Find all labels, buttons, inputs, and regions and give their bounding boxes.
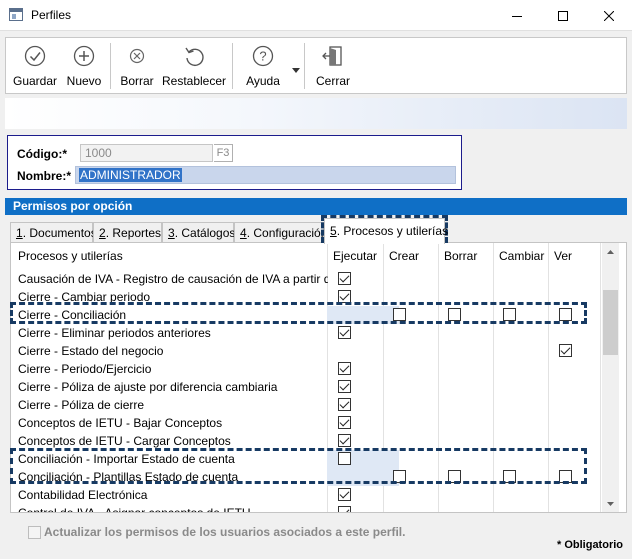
row-process-name: Cierre - Estado del negocio — [18, 344, 164, 358]
table-row[interactable]: Control de IVA - Asignar conceptos de IE… — [11, 504, 599, 513]
row-process-name: Cierre - Póliza de ajuste por diferencia… — [18, 380, 278, 394]
ayuda-button[interactable]: ? Ayuda — [243, 42, 283, 90]
maximize-button[interactable] — [540, 0, 586, 31]
row-process-name: Contabilidad Electrónica — [18, 488, 148, 502]
table-row[interactable]: Cierre - Póliza de ajuste por diferencia… — [11, 378, 599, 396]
tab-documentos[interactable]: 1. Documentos — [10, 222, 97, 242]
table-row[interactable]: Causación de IVA - Registro de causación… — [11, 270, 599, 288]
grid-scrollbar[interactable] — [602, 243, 619, 512]
chevron-down-icon — [292, 68, 300, 73]
column-header-borrar[interactable]: Borrar — [444, 243, 477, 269]
column-header-crear[interactable]: Crear — [389, 243, 419, 269]
highlight-rows-conciliacion — [10, 448, 587, 484]
ayuda-label: Ayuda — [246, 74, 280, 88]
codigo-label: Código:* — [17, 147, 67, 161]
chevron-down-icon — [607, 501, 614, 506]
cerrar-button[interactable]: Cerrar — [313, 42, 353, 90]
tab-configuracion[interactable]: 4. Configuración — [234, 222, 327, 242]
column-header-ejecutar[interactable]: Ejecutar — [333, 243, 377, 269]
app-window-icon — [9, 8, 23, 21]
new-plus-icon — [73, 45, 95, 67]
restablecer-button[interactable]: Restablecer — [162, 42, 226, 90]
tab-procesos-utilerias[interactable]: 5. Procesos y utilerías — [324, 218, 448, 244]
ejecutar-checkbox[interactable] — [338, 326, 351, 339]
guardar-label: Guardar — [12, 74, 58, 88]
row-process-name: Control de IVA - Asignar conceptos de IE… — [18, 506, 251, 513]
ejecutar-checkbox[interactable] — [338, 488, 351, 501]
nombre-input[interactable]: ADMINISTRADOR — [75, 166, 456, 184]
guardar-button[interactable]: Guardar — [12, 42, 58, 90]
scroll-thumb[interactable] — [603, 290, 618, 355]
row-process-name: Conceptos de IETU - Bajar Conceptos — [18, 416, 223, 430]
update-users-checkbox[interactable] — [28, 526, 41, 539]
borrar-button[interactable]: Borrar — [117, 42, 157, 90]
svg-text:?: ? — [259, 49, 266, 64]
ejecutar-checkbox[interactable] — [338, 506, 351, 512]
close-window-button[interactable] — [586, 0, 632, 31]
nombre-label: Nombre:* — [17, 169, 72, 183]
help-question-icon: ? — [252, 45, 274, 67]
table-row[interactable]: Cierre - Póliza de cierre — [11, 396, 599, 414]
restablecer-label: Restablecer — [161, 74, 227, 88]
ayuda-dropdown-arrow[interactable] — [292, 62, 300, 76]
row-process-name: Cierre - Póliza de cierre — [18, 398, 145, 412]
codigo-f3-hint[interactable]: F3 — [214, 144, 233, 162]
highlight-row-cierre-conciliacion — [10, 302, 587, 324]
ejecutar-checkbox[interactable] — [338, 398, 351, 411]
ejecutar-checkbox[interactable] — [338, 380, 351, 393]
required-note: * Obligatorio — [557, 539, 623, 551]
reset-undo-icon — [185, 47, 204, 67]
minimize-button[interactable] — [494, 0, 540, 31]
toolbar: Guardar Nuevo Borrar Restablecer ? Ayuda… — [5, 37, 627, 94]
row-process-name: Cierre - Eliminar periodos anteriores — [18, 326, 211, 340]
minimize-icon — [512, 15, 522, 17]
column-header-proceso[interactable]: Procesos y utilerías — [18, 243, 123, 269]
ejecutar-checkbox[interactable] — [338, 434, 351, 447]
borrar-label: Borrar — [120, 74, 154, 88]
title-bar: Perfiles — [0, 0, 632, 31]
window-title: Perfiles — [31, 8, 72, 22]
tab-reportes[interactable]: 2. Reportes — [93, 222, 162, 242]
nombre-value: ADMINISTRADOR — [79, 168, 182, 182]
codigo-input[interactable]: 1000 — [80, 144, 213, 162]
table-row[interactable]: Conceptos de IETU - Bajar Conceptos — [11, 414, 599, 432]
close-icon — [604, 10, 614, 21]
scroll-down-arrow[interactable] — [602, 495, 619, 512]
ejecutar-checkbox[interactable] — [338, 362, 351, 375]
ejecutar-checkbox[interactable] — [338, 272, 351, 285]
tab-catalogos[interactable]: 3. Catálogos — [162, 222, 235, 242]
column-header-ver[interactable]: Ver — [554, 243, 572, 269]
column-header-cambiar[interactable]: Cambiar — [499, 243, 544, 269]
table-row[interactable]: Cierre - Eliminar periodos anteriores — [11, 324, 599, 342]
cerrar-label: Cerrar — [315, 74, 350, 88]
ver-checkbox[interactable] — [559, 344, 572, 357]
nuevo-button[interactable]: Nuevo — [63, 42, 105, 90]
chevron-up-icon — [607, 249, 614, 254]
section-title: Permisos por opción — [5, 198, 627, 215]
ejecutar-checkbox[interactable] — [338, 416, 351, 429]
save-check-icon — [24, 45, 46, 67]
table-row[interactable]: Cierre - Periodo/Ejercicio — [11, 360, 599, 378]
permission-tabs: 1. Documentos 2. Reportes 3. Catálogos 4… — [5, 215, 627, 244]
nuevo-label: Nuevo — [66, 74, 102, 88]
row-process-name: Conceptos de IETU - Cargar Conceptos — [18, 434, 231, 448]
scroll-up-arrow[interactable] — [602, 243, 619, 260]
exit-door-icon — [322, 46, 342, 66]
row-process-name: Causación de IVA - Registro de causación… — [18, 272, 328, 286]
maximize-icon — [558, 10, 568, 21]
table-row[interactable]: Contabilidad Electrónica — [11, 486, 599, 504]
profile-identity-box: Código:* 1000 F3 Nombre:* ADMINISTRADOR — [7, 135, 462, 190]
update-users-label: Actualizar los permisos de los usuarios … — [44, 525, 406, 539]
delete-x-icon — [129, 48, 145, 64]
header-banner — [5, 98, 627, 129]
row-process-name: Cierre - Periodo/Ejercicio — [18, 362, 152, 376]
table-row[interactable]: Cierre - Estado del negocio — [11, 342, 599, 360]
